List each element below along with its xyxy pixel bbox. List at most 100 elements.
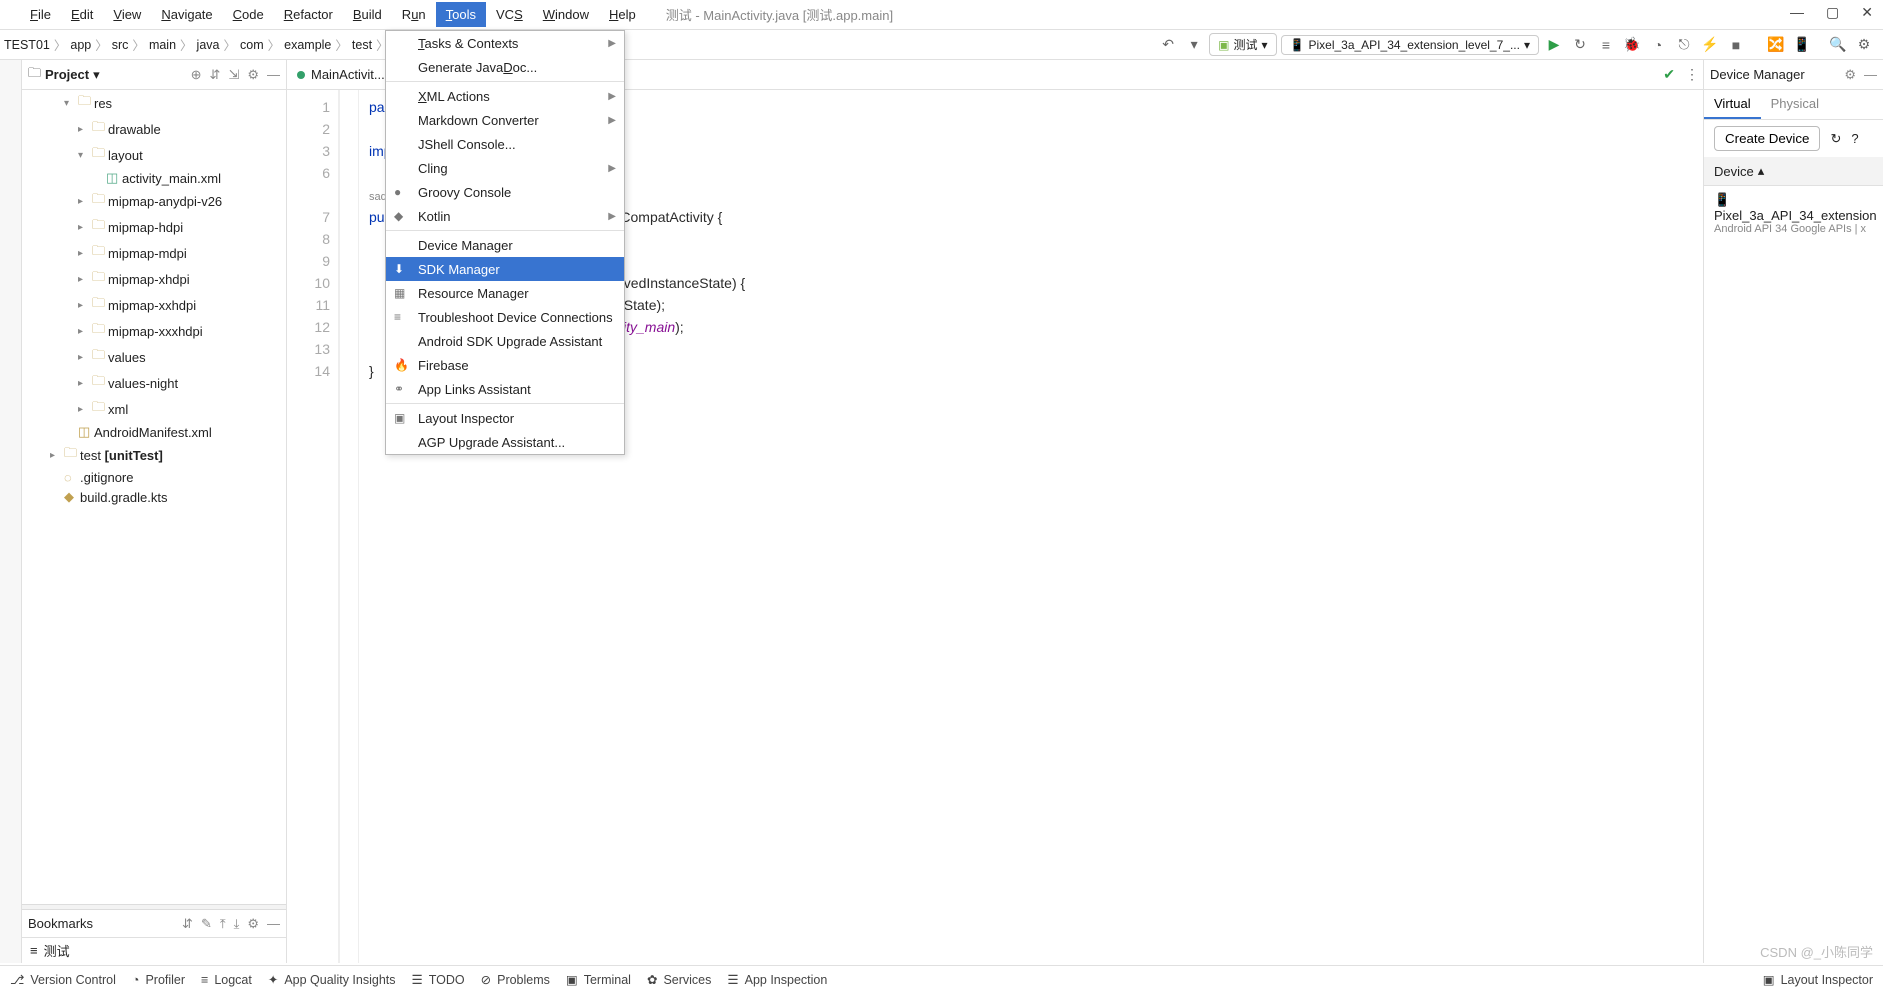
menu-item-device-manager[interactable]: Device Manager [386, 233, 624, 257]
tree-row[interactable]: ▸🗀 mipmap-xxhdpi [22, 292, 286, 318]
collapse-icon[interactable]: ⇲ [228, 67, 239, 83]
tab-mainactivity[interactable]: MainActivit... [287, 62, 396, 87]
breadcrumb-seg[interactable]: app [66, 38, 95, 52]
menu-tools[interactable]: Tools [436, 2, 486, 27]
st-app-quality[interactable]: ✦ App Quality Insights [268, 972, 396, 987]
search-icon[interactable]: 🔍 [1827, 34, 1849, 56]
menu-item-sdk-manager[interactable]: ⬇SDK Manager [386, 257, 624, 281]
st-problems[interactable]: ⊘ Problems [481, 972, 550, 987]
breadcrumb-seg[interactable]: main [145, 38, 180, 52]
bk-edit-icon[interactable]: ✎ [201, 916, 212, 932]
tree-row[interactable]: ◆ build.gradle.kts [22, 487, 286, 507]
menu-item-android-sdk-upgrade-assistant[interactable]: Android SDK Upgrade Assistant [386, 329, 624, 353]
menu-build[interactable]: Build [343, 2, 392, 27]
tree-row[interactable]: ▸🗀 mipmap-xhdpi [22, 266, 286, 292]
gear-icon[interactable]: ⚙ [247, 67, 259, 83]
tree-row[interactable]: ▾🗀 res [22, 90, 286, 116]
st-todo[interactable]: ☰ TODO [412, 972, 465, 987]
dm-hide-icon[interactable]: — [1864, 67, 1877, 83]
menu-item-troubleshoot-device-connections[interactable]: ≡Troubleshoot Device Connections [386, 305, 624, 329]
menu-code[interactable]: Code [223, 2, 274, 27]
bk-hide-icon[interactable]: — [267, 916, 280, 932]
dm-gear-icon[interactable]: ⚙ [1844, 67, 1856, 83]
tree-row[interactable]: ▸🗀 mipmap-anydpi-v26 [22, 188, 286, 214]
tree-row[interactable]: ▸🗀 drawable [22, 116, 286, 142]
sort-icon[interactable]: ⇵ [210, 67, 221, 83]
breadcrumb-seg[interactable]: src [108, 38, 133, 52]
bookmark-item[interactable]: ≡ 测试 [22, 938, 286, 963]
menu-item-layout-inspector[interactable]: ▣Layout Inspector [386, 406, 624, 430]
st-layout-inspector[interactable]: ▣ Layout Inspector [1763, 972, 1873, 987]
minimize-icon[interactable]: — [1790, 4, 1804, 21]
menu-help[interactable]: Help [599, 2, 646, 27]
stop-icon[interactable]: ■ [1725, 34, 1747, 56]
project-tree[interactable]: ▾🗀 res▸🗀 drawable▾🗀 layout◫ activity_mai… [22, 90, 286, 904]
tab-virtual[interactable]: Virtual [1704, 90, 1761, 119]
settings-icon[interactable]: ⚙ [1853, 34, 1875, 56]
sync-icon[interactable]: 🔀 [1765, 34, 1787, 56]
create-device-button[interactable]: Create Device [1714, 126, 1820, 151]
st-terminal[interactable]: ▣ Terminal [566, 972, 631, 987]
st-services[interactable]: ✿ Services [647, 972, 711, 987]
menu-item-groovy-console[interactable]: ●Groovy Console [386, 180, 624, 204]
breadcrumb-seg[interactable]: test [348, 38, 376, 52]
tree-row[interactable]: ◌ .gitignore [22, 468, 286, 487]
back-icon[interactable]: ↶ [1157, 34, 1179, 56]
menu-item-agp-upgrade-assistant-[interactable]: AGP Upgrade Assistant... [386, 430, 624, 454]
menu-edit[interactable]: Edit [61, 2, 103, 27]
tab-physical[interactable]: Physical [1761, 90, 1829, 119]
st-app-inspection[interactable]: ☰ App Inspection [727, 972, 827, 987]
dropdown-icon[interactable]: ▾ [1183, 34, 1205, 56]
menu-item-jshell-console-[interactable]: JShell Console... [386, 132, 624, 156]
left-toolwindow-bar[interactable] [0, 60, 22, 963]
attach-icon[interactable]: ⎋ [1673, 34, 1695, 56]
breadcrumb-seg[interactable]: example [280, 38, 335, 52]
menu-item-tasks-contexts[interactable]: Tasks & Contexts▶ [386, 31, 624, 55]
bk-up-icon[interactable]: ⤒ [220, 916, 226, 932]
tree-row[interactable]: ▸🗀 mipmap-xxxhdpi [22, 318, 286, 344]
run-config-selector[interactable]: ▣ 测试 ▾ [1209, 33, 1276, 56]
menu-window[interactable]: Window [533, 2, 599, 27]
menu-item-firebase[interactable]: 🔥Firebase [386, 353, 624, 377]
menu-refactor[interactable]: Refactor [274, 2, 343, 27]
menu-item-xml-actions[interactable]: XML Actions▶ [386, 84, 624, 108]
breadcrumb-seg[interactable]: TEST01 [0, 38, 54, 52]
menu-navigate[interactable]: Navigate [151, 2, 222, 27]
rerun-icon[interactable]: ↻ [1569, 34, 1591, 56]
menu-run[interactable]: Run [392, 2, 436, 27]
bk-icon[interactable]: ⇵ [182, 916, 193, 932]
breadcrumb-seg[interactable]: com [236, 38, 268, 52]
menu-item-markdown-converter[interactable]: Markdown Converter▶ [386, 108, 624, 132]
menu-item-resource-manager[interactable]: ▦Resource Manager [386, 281, 624, 305]
menu-file[interactable]: File [20, 2, 61, 27]
tree-row[interactable]: ◫ AndroidManifest.xml [22, 422, 286, 442]
dm-help-icon[interactable]: ? [1851, 131, 1858, 146]
apply-changes-icon[interactable]: ⚡ [1699, 34, 1721, 56]
avd-icon[interactable]: 📱 [1791, 34, 1813, 56]
dm-refresh-icon[interactable]: ↻ [1830, 131, 1841, 147]
device-row[interactable]: 📱 Pixel_3a_API_34_extension Android API … [1704, 186, 1883, 241]
analysis-ok-icon[interactable]: ✔ [1663, 66, 1675, 83]
tree-row[interactable]: ▾🗀 layout [22, 142, 286, 168]
st-version-control[interactable]: ⎇ Version Control [10, 972, 116, 987]
maximize-icon[interactable]: ▢ [1826, 4, 1839, 21]
close-icon[interactable]: ✕ [1861, 4, 1873, 21]
tree-row[interactable]: ▸🗀 mipmap-mdpi [22, 240, 286, 266]
tree-row[interactable]: ▸🗀 mipmap-hdpi [22, 214, 286, 240]
editor-more-icon[interactable]: ⋮ [1681, 64, 1703, 86]
tree-row[interactable]: ▸🗀 values [22, 344, 286, 370]
menu-item-app-links-assistant[interactable]: ⚭App Links Assistant [386, 377, 624, 401]
run-icon[interactable]: ▶ [1543, 34, 1565, 56]
tree-row[interactable]: ◫ activity_main.xml [22, 168, 286, 188]
bk-gear-icon[interactable]: ⚙ [247, 916, 259, 932]
tree-row[interactable]: ▸🗀 xml [22, 396, 286, 422]
profile-icon[interactable]: ◔ [1647, 34, 1669, 56]
device-selector[interactable]: 📱 Pixel_3a_API_34_extension_level_7_... … [1281, 35, 1539, 55]
st-logcat[interactable]: ≡ Logcat [201, 973, 252, 987]
breadcrumb-seg[interactable]: java [193, 38, 224, 52]
bk-down-icon[interactable]: ⤓ [234, 916, 240, 932]
menu-view[interactable]: View [103, 2, 151, 27]
menu-vcs[interactable]: VCS [486, 2, 533, 27]
menu-item-generate-javadoc-[interactable]: Generate JavaDoc... [386, 55, 624, 79]
menu-item-cling[interactable]: Cling▶ [386, 156, 624, 180]
